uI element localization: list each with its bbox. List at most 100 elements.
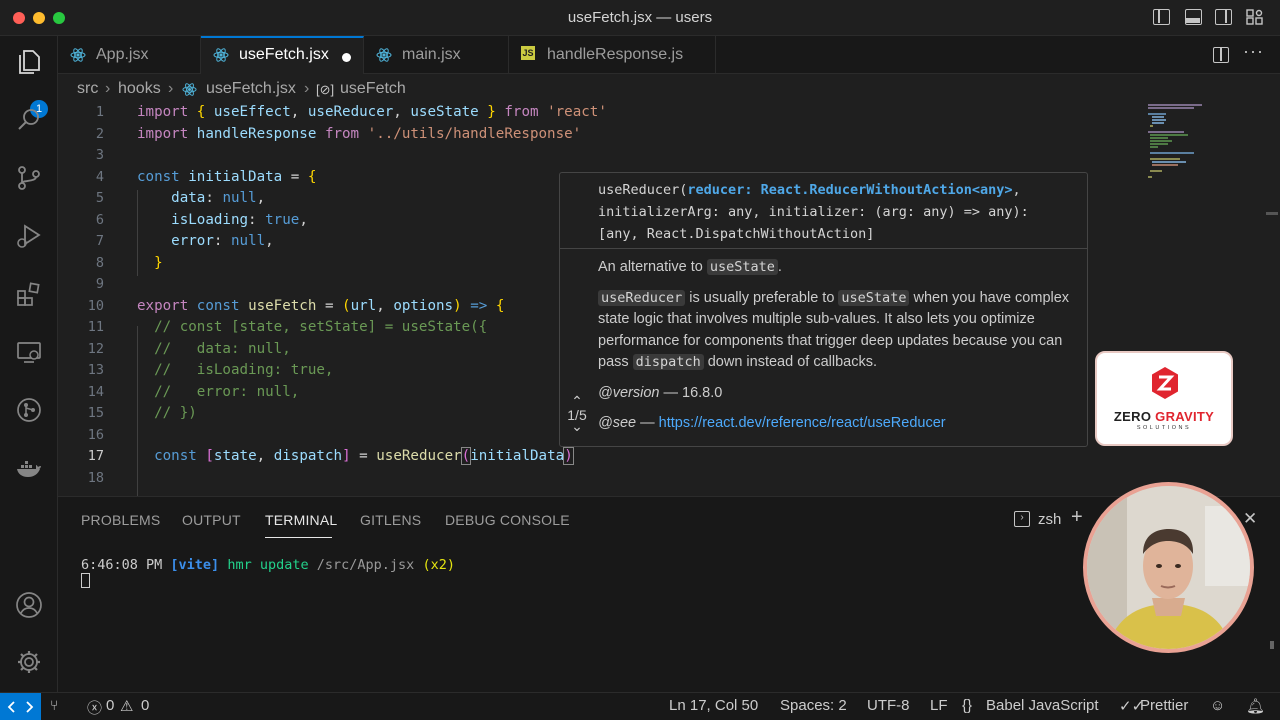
sig-line-2: initializerArg: any, initializer: (arg: … bbox=[598, 204, 1029, 220]
cursor-position[interactable]: Ln 17, Col 50 bbox=[669, 697, 758, 714]
inline-code: useState bbox=[706, 259, 778, 275]
chevron-up-icon[interactable]: ⌃ bbox=[560, 394, 594, 408]
hover-tooltip: useReducer(reducer: React.ReducerWithout… bbox=[559, 172, 1088, 447]
toggle-secondary-sidebar-icon[interactable] bbox=[1215, 9, 1232, 25]
breadcrumb-hooks[interactable]: hooks bbox=[118, 80, 161, 98]
react-icon bbox=[213, 47, 229, 63]
terminal-tag: [vite] bbox=[170, 557, 220, 573]
terminal-time: 6:46:08 PM bbox=[81, 557, 163, 573]
error-count[interactable]: 0 bbox=[106, 697, 114, 714]
tab-label: App.jsx bbox=[96, 46, 149, 63]
more-actions-icon[interactable]: ··· bbox=[1243, 41, 1264, 62]
tab-label: useFetch.jsx bbox=[239, 46, 329, 63]
status-bar: ⑂ ⓧ 0 ⚠ 0 Ln 17, Col 50 Spaces: 2 UTF-8 … bbox=[0, 692, 1280, 720]
breadcrumb: src › hooks › useFetch.jsx › [⊘] useFetc… bbox=[58, 74, 1280, 104]
code-line: 3 bbox=[95, 147, 104, 163]
tab-gitlens[interactable]: GITLENS bbox=[360, 512, 421, 528]
terminal-count: (x2) bbox=[422, 557, 455, 573]
doc-text: is usually preferable to bbox=[685, 289, 839, 306]
indentation[interactable]: Spaces: 2 bbox=[780, 697, 847, 714]
tab-handleresponse-js[interactable]: JS handleResponse.js bbox=[509, 36, 716, 74]
title-bar: useFetch.jsx — users bbox=[0, 0, 1280, 36]
breadcrumb-src[interactable]: src bbox=[77, 80, 98, 98]
tab-label: main.jsx bbox=[402, 46, 461, 63]
gitlens-icon[interactable] bbox=[15, 396, 43, 424]
language-mode[interactable]: Babel JavaScript bbox=[986, 697, 1099, 714]
tab-label: handleResponse.js bbox=[547, 46, 684, 63]
split-editor-icon[interactable] bbox=[1213, 47, 1229, 63]
toggle-panel-icon[interactable] bbox=[1185, 9, 1202, 25]
react-icon bbox=[70, 47, 86, 63]
hover-documentation: An alternative to useState. useReducer i… bbox=[598, 257, 1078, 444]
feedback-icon[interactable]: ☺ bbox=[1210, 697, 1225, 714]
doc-text: — 16.8.0 bbox=[659, 384, 723, 401]
terminal-output-line: 6:46:08 PM [vite] hmr update /src/App.js… bbox=[81, 557, 455, 573]
editor-tab-bar: App.jsx useFetch.jsx main.jsx JS handleR… bbox=[58, 36, 1280, 75]
panel-scrollbar[interactable] bbox=[1270, 641, 1274, 649]
formatter[interactable]: Prettier bbox=[1140, 697, 1188, 714]
extensions-icon[interactable] bbox=[15, 280, 43, 308]
tab-app-jsx[interactable]: App.jsx bbox=[58, 36, 201, 74]
tab-main-jsx[interactable]: main.jsx bbox=[364, 36, 509, 74]
run-and-debug-icon[interactable] bbox=[15, 222, 43, 250]
inline-code: dispatch bbox=[632, 354, 704, 370]
doc-text: An alternative to bbox=[598, 259, 707, 275]
encoding[interactable]: UTF-8 bbox=[867, 697, 910, 714]
react-icon bbox=[376, 47, 392, 63]
remote-explorer-icon[interactable] bbox=[15, 338, 43, 366]
code-line: 1 import { useEffect, useReducer, useStat… bbox=[95, 104, 607, 120]
tab-usefetch-jsx[interactable]: useFetch.jsx bbox=[201, 36, 364, 75]
inline-code: useState bbox=[838, 289, 910, 306]
settings-gear-icon[interactable] bbox=[15, 648, 43, 676]
close-panel-icon[interactable]: ✕ bbox=[1243, 509, 1257, 529]
sig-line-3: [any, React.DispatchWithoutAction] bbox=[598, 226, 875, 242]
breadcrumb-symbol[interactable]: useFetch bbox=[340, 80, 406, 98]
git-branch-icon[interactable]: ⑂ bbox=[50, 697, 58, 713]
warning-icon[interactable]: ⚠ bbox=[120, 697, 133, 715]
unsaved-dot-icon[interactable] bbox=[342, 53, 351, 62]
brand-logo-text: ZERO GRAVITY bbox=[1113, 409, 1215, 424]
react-icon bbox=[182, 82, 197, 102]
tab-debug-console[interactable]: DEBUG CONSOLE bbox=[445, 512, 570, 528]
editor-scrollbar[interactable] bbox=[1266, 212, 1278, 215]
terminal-path: /src/App.jsx bbox=[316, 557, 415, 573]
customize-layout-icon[interactable] bbox=[1246, 9, 1263, 25]
terminal-message: hmr update bbox=[227, 557, 309, 573]
doc-text: — bbox=[636, 415, 659, 431]
explorer-icon[interactable] bbox=[15, 48, 43, 76]
tab-output[interactable]: OUTPUT bbox=[182, 512, 241, 528]
docker-icon[interactable] bbox=[15, 454, 43, 482]
terminal-cursor[interactable] bbox=[81, 573, 90, 588]
terminal-shell-name[interactable]: zsh bbox=[1038, 511, 1061, 528]
symbol-variable-icon: [⊘] bbox=[316, 82, 335, 97]
notifications-bell-icon[interactable]: 🔔︎ bbox=[1246, 697, 1265, 715]
chevron-right-icon: › bbox=[168, 80, 174, 97]
new-terminal-icon[interactable]: + bbox=[1071, 506, 1083, 529]
chevron-down-icon[interactable]: ⌄ bbox=[560, 419, 594, 435]
overload-navigator: ⌃ 1/5 ⌄ bbox=[560, 394, 594, 435]
sig-function-name: useReducer bbox=[598, 182, 680, 198]
doc-tag: @version bbox=[598, 384, 660, 401]
end-of-line[interactable]: LF bbox=[930, 697, 948, 714]
chevron-right-icon: › bbox=[304, 80, 310, 97]
inline-code: useReducer bbox=[598, 289, 686, 306]
brand-logo-card: ZERO GRAVITY SOLUTIONS bbox=[1095, 351, 1233, 446]
doc-tag: @see bbox=[598, 415, 637, 431]
doc-link[interactable]: https://react.dev/reference/react/useRed… bbox=[659, 415, 946, 431]
brand-logo-subtext: SOLUTIONS bbox=[1136, 425, 1192, 431]
search-icon[interactable] bbox=[15, 106, 43, 134]
errors-icon[interactable]: ⓧ bbox=[87, 697, 102, 718]
terminal-icon: › bbox=[1014, 511, 1030, 527]
code-line-current: 17 const [state, dispatch] = useReducer(… bbox=[87, 447, 574, 465]
toggle-primary-sidebar-icon[interactable] bbox=[1153, 9, 1170, 25]
hover-signature: useReducer(reducer: React.ReducerWithout… bbox=[598, 182, 1029, 242]
active-tab-indicator bbox=[265, 537, 332, 538]
source-control-icon[interactable] bbox=[15, 164, 43, 192]
tab-terminal[interactable]: TERMINAL bbox=[265, 512, 337, 528]
remote-indicator[interactable] bbox=[0, 693, 41, 720]
tab-problems[interactable]: PROBLEMS bbox=[81, 512, 160, 528]
warning-count[interactable]: 0 bbox=[141, 697, 149, 714]
breadcrumb-file[interactable]: useFetch.jsx bbox=[206, 80, 296, 98]
webcam-video bbox=[1083, 482, 1254, 653]
accounts-icon[interactable] bbox=[15, 591, 43, 619]
